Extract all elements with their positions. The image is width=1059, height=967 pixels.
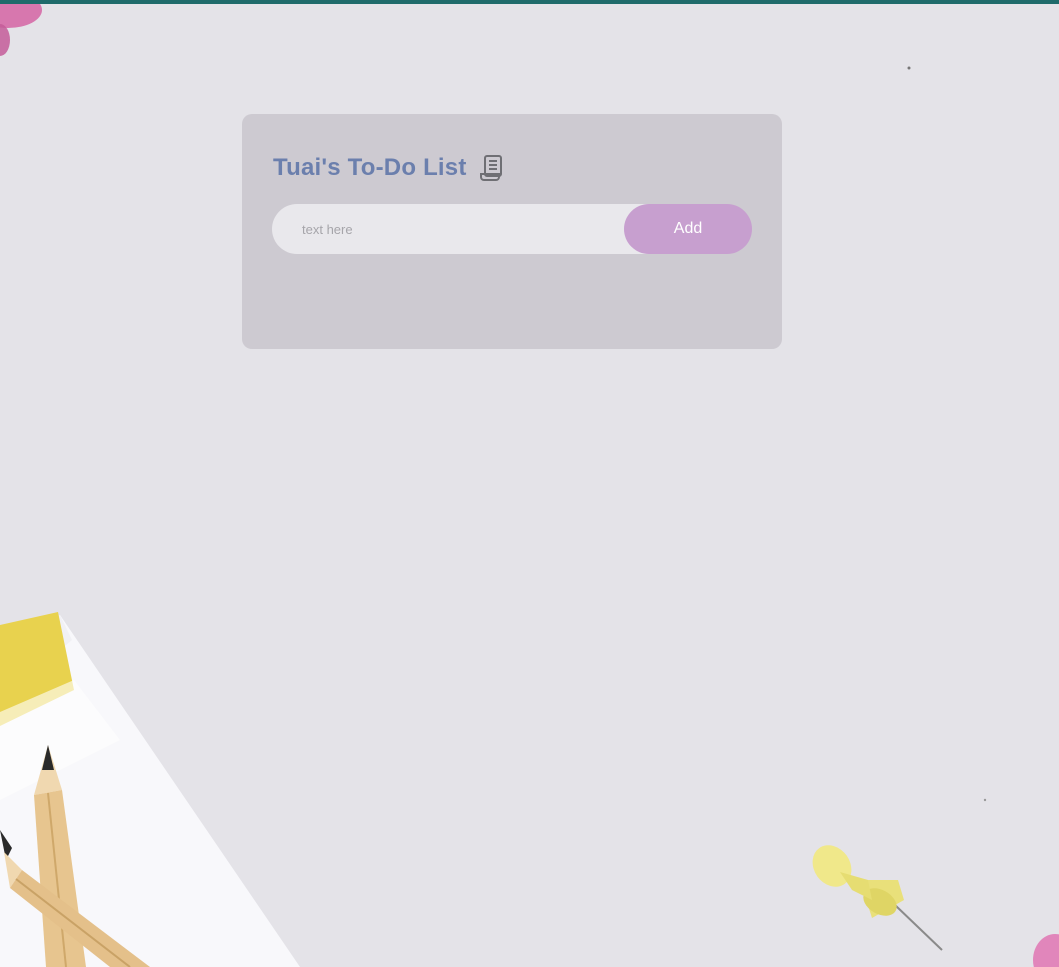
todo-header: Tuai's To-Do List — [273, 154, 505, 182]
task-input-row: Add — [272, 204, 752, 254]
push-pin-icon — [812, 845, 943, 951]
scroll-list-icon — [479, 154, 505, 182]
pink-yarn-decoration — [0, 4, 42, 56]
app-title: Tuai's To-Do List — [273, 154, 467, 181]
add-button[interactable]: Add — [624, 204, 752, 254]
pink-corner-decoration — [1033, 934, 1059, 967]
task-input[interactable] — [272, 204, 672, 254]
todo-card: Tuai's To-Do List Add — [242, 114, 782, 349]
